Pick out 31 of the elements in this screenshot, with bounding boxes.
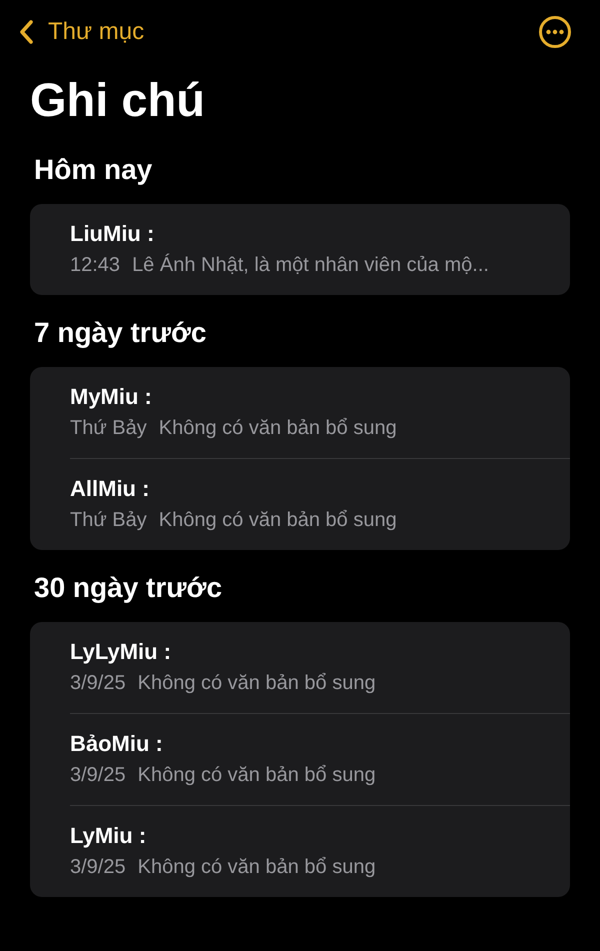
note-date: 3/9/25: [70, 671, 126, 696]
note-preview: Không có văn bản bổ sung: [158, 416, 397, 441]
note-preview: Không có văn bản bổ sung: [158, 508, 397, 533]
back-chevron-icon: [18, 19, 34, 45]
note-date: Thứ Bảy: [70, 416, 147, 441]
page-title: Ghi chú: [30, 72, 206, 128]
section-heading: 30 ngày trước: [34, 571, 224, 605]
note-item[interactable]: LyLyMiu : 3/9/25 Không có văn bản bổ sung: [70, 622, 570, 714]
note-item[interactable]: AllMiu : Thứ Bảy Không có văn bản bổ sung: [70, 459, 570, 550]
note-date: 12:43: [70, 253, 120, 278]
note-item[interactable]: MyMiu : Thứ Bảy Không có văn bản bổ sung: [70, 367, 570, 459]
note-date: 3/9/25: [70, 763, 126, 788]
note-preview: Không có văn bản bổ sung: [138, 855, 376, 880]
note-item[interactable]: LyMiu : 3/9/25 Không có văn bản bổ sung: [70, 806, 570, 897]
note-date: Thứ Bảy: [70, 508, 147, 533]
note-date: 3/9/25: [70, 855, 126, 880]
note-title: BảoMiu :: [70, 730, 164, 758]
back-button[interactable]: Thư mục: [18, 18, 144, 46]
note-preview: Không có văn bản bổ sung: [138, 671, 376, 696]
section-heading: Hôm nay: [34, 153, 154, 187]
more-icon[interactable]: [538, 15, 572, 49]
note-item[interactable]: LiuMiu : 12:43 Lê Ánh Nhật, là một nhân viên của mộ...: [70, 204, 570, 295]
note-title: LyLyMiu :: [70, 638, 172, 666]
note-title: LyMiu :: [70, 822, 148, 850]
note-preview: Lê Ánh Nhật, là một nhân viên của mộ...: [132, 252, 489, 278]
note-title: MyMiu :: [70, 383, 153, 411]
note-title: LiuMiu :: [70, 220, 156, 248]
note-title: AllMiu :: [70, 475, 150, 503]
note-preview: Không có văn bản bổ sung: [138, 763, 376, 788]
note-item[interactable]: BảoMiu : 3/9/25 Không có văn bản bổ sung: [70, 714, 570, 806]
section-heading: 7 ngày trước: [34, 316, 208, 350]
